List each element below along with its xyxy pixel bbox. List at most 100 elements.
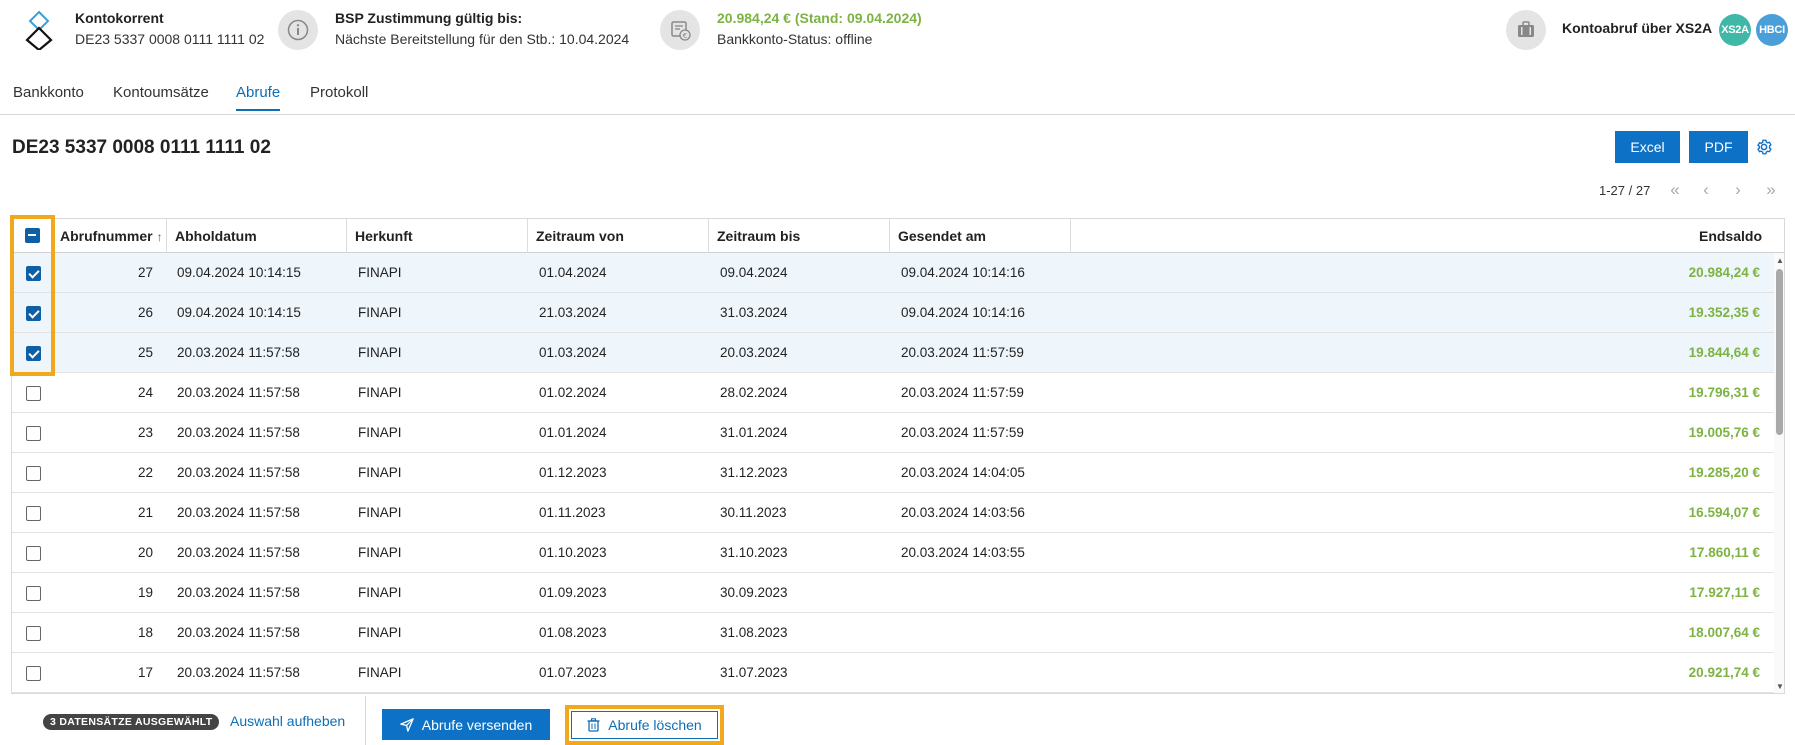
row-endsaldo: 16.594,07 € [1688, 505, 1760, 520]
table-row[interactable]: 27 09.04.2024 10:14:15 FINAPI 01.04.2024 09.… [12, 253, 1774, 293]
delete-label: Abrufe löschen [608, 717, 702, 733]
tab-kontoumsaetze[interactable]: Kontoumsätze [113, 84, 209, 109]
table-row[interactable]: 20 20.03.2024 11:57:58 FINAPI 01.10.2023 31.… [12, 533, 1774, 573]
last-page-icon[interactable]: » [1761, 180, 1781, 200]
account-header: Kontokorrent DE23 5337 0008 0111 1111 02… [0, 0, 1795, 78]
row-herkunft: FINAPI [358, 585, 402, 600]
scrollbar-thumb[interactable] [1776, 269, 1783, 435]
column-header-zeitraum-bis[interactable]: Zeitraum bis [709, 219, 890, 253]
column-header-herkunft[interactable]: Herkunft [347, 219, 528, 253]
row-abholdatum: 20.03.2024 11:57:58 [177, 345, 300, 360]
row-abholdatum: 09.04.2024 10:14:15 [177, 265, 301, 280]
row-zeitraum-von: 01.04.2024 [539, 265, 607, 280]
column-header-gesendet-am[interactable]: Gesendet am [890, 219, 1071, 253]
row-zeitraum-von: 01.12.2023 [539, 465, 607, 480]
scroll-down-icon[interactable]: ▼ [1774, 681, 1784, 693]
row-herkunft: FINAPI [358, 625, 402, 640]
row-zeitraum-bis: 31.08.2023 [720, 625, 788, 640]
table-row[interactable]: 18 20.03.2024 11:57:58 FINAPI 01.08.2023 31.… [12, 613, 1774, 653]
row-checkbox[interactable] [26, 266, 41, 281]
row-checkbox[interactable] [26, 346, 41, 361]
row-endsaldo: 19.352,35 € [1688, 305, 1760, 320]
excel-export-button[interactable]: Excel [1615, 131, 1680, 163]
row-zeitraum-von: 21.03.2024 [539, 305, 607, 320]
row-checkbox[interactable] [26, 626, 41, 641]
bsp-next-provision: Nächste Bereitstellung für den Stb.: 10.… [335, 31, 630, 47]
column-header-abrufnummer[interactable]: Abrufnummer ↑ [52, 219, 167, 253]
row-abrufnummer: 27 [137, 265, 153, 280]
row-select-cell [12, 373, 52, 413]
prev-page-icon[interactable]: ‹ [1696, 180, 1716, 200]
column-header-endsaldo[interactable]: Endsaldo [1071, 219, 1774, 253]
delete-retrievals-button[interactable]: Abrufe löschen [571, 711, 718, 739]
row-zeitraum-von: 01.11.2023 [539, 505, 606, 520]
row-zeitraum-bis: 31.10.2023 [720, 545, 788, 560]
selection-footer: 3 DATENSÄTZE AUSGEWÄHLT Auswahl aufheben… [0, 696, 1795, 745]
row-select-cell [12, 293, 52, 333]
row-herkunft: FINAPI [358, 465, 402, 480]
first-page-icon[interactable]: « [1665, 180, 1685, 200]
column-header-abholdatum[interactable]: Abholdatum [167, 219, 347, 253]
table-row[interactable]: 26 09.04.2024 10:14:15 FINAPI 21.03.2024 31.… [12, 293, 1774, 333]
row-checkbox[interactable] [26, 506, 41, 521]
row-select-cell [12, 333, 52, 373]
table-row[interactable]: 25 20.03.2024 11:57:58 FINAPI 01.03.2024 20.… [12, 333, 1774, 373]
deselect-link[interactable]: Auswahl aufheben [230, 713, 345, 729]
row-zeitraum-bis: 30.11.2023 [720, 505, 787, 520]
send-retrievals-button[interactable]: Abrufe versenden [382, 709, 550, 740]
delete-highlight-frame: Abrufe löschen [565, 705, 724, 745]
select-all-checkbox[interactable] [25, 228, 40, 243]
hbci-badge[interactable]: HBCI [1756, 14, 1788, 46]
row-abholdatum: 20.03.2024 11:57:58 [177, 545, 300, 560]
app-logo-icon [25, 10, 53, 50]
row-checkbox[interactable] [26, 386, 41, 401]
tab-protokoll[interactable]: Protokoll [310, 84, 368, 109]
bsp-consent-title: BSP Zustimmung gültig bis: [335, 10, 523, 26]
row-zeitraum-bis: 31.01.2024 [720, 425, 788, 440]
tab-abrufe[interactable]: Abrufe [236, 84, 281, 111]
row-zeitraum-bis: 31.12.2023 [720, 465, 788, 480]
account-iban: DE23 5337 0008 0111 1111 02 [75, 31, 265, 47]
tab-bar: Bankkonto Kontoumsätze Abrufe Protokoll [0, 78, 1795, 115]
table-row[interactable]: 23 20.03.2024 11:57:58 FINAPI 01.01.2024 31.… [12, 413, 1774, 453]
info-icon [278, 10, 318, 50]
vertical-scrollbar[interactable]: ▲ ▼ [1774, 253, 1784, 693]
gear-icon[interactable] [1751, 134, 1777, 160]
row-gesendet-am [890, 573, 1071, 613]
row-abrufnummer: 26 [137, 305, 153, 320]
row-select-cell [12, 653, 52, 693]
row-checkbox[interactable] [26, 306, 41, 321]
row-endsaldo: 20.984,24 € [1688, 265, 1760, 280]
column-header-zeitraum-von[interactable]: Zeitraum von [528, 219, 709, 253]
table-row[interactable]: 24 20.03.2024 11:57:58 FINAPI 01.02.2024 28.… [12, 373, 1774, 413]
send-icon [399, 717, 414, 732]
sort-ascending-icon[interactable]: ↑ [157, 230, 163, 244]
row-select-cell [12, 573, 52, 613]
row-checkbox[interactable] [26, 426, 41, 441]
page-title: DE23 5337 0008 0111 1111 02 [12, 137, 271, 158]
pager-range: 1-27 / 27 [1599, 183, 1651, 198]
table-row[interactable]: 21 20.03.2024 11:57:58 FINAPI 01.11.2023 30.… [12, 493, 1774, 533]
footer-divider [365, 696, 366, 745]
row-select-cell [12, 453, 52, 493]
scroll-up-icon[interactable]: ▲ [1774, 255, 1784, 267]
row-zeitraum-von: 01.08.2023 [539, 625, 607, 640]
next-page-icon[interactable]: › [1728, 180, 1748, 200]
tab-bankkonto[interactable]: Bankkonto [13, 84, 84, 109]
row-checkbox[interactable] [26, 586, 41, 601]
row-checkbox[interactable] [26, 466, 41, 481]
table-row[interactable]: 17 20.03.2024 11:57:58 FINAPI 01.07.2023 31.… [12, 653, 1774, 693]
row-checkbox[interactable] [26, 666, 41, 681]
pdf-export-button[interactable]: PDF [1689, 131, 1748, 163]
table-row[interactable]: 19 20.03.2024 11:57:58 FINAPI 01.09.2023 30.… [12, 573, 1774, 613]
xs2a-badge[interactable]: XS2A [1719, 14, 1751, 46]
row-checkbox[interactable] [26, 546, 41, 561]
row-abrufnummer: 24 [137, 385, 153, 400]
row-endsaldo: 19.796,31 € [1688, 385, 1760, 400]
row-abholdatum: 20.03.2024 11:57:58 [177, 585, 300, 600]
row-zeitraum-von: 01.09.2023 [539, 585, 607, 600]
row-zeitraum-von: 01.02.2024 [539, 385, 607, 400]
table-row[interactable]: 22 20.03.2024 11:57:58 FINAPI 01.12.2023 31.… [12, 453, 1774, 493]
row-zeitraum-bis: 31.07.2023 [720, 665, 788, 680]
table-body: 27 09.04.2024 10:14:15 FINAPI 01.04.2024 09.… [12, 253, 1774, 693]
